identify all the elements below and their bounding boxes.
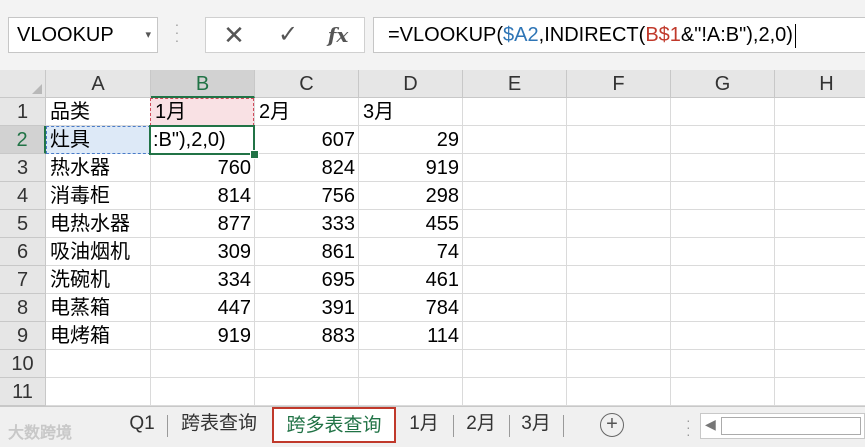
row-header-9[interactable]: 9 bbox=[0, 322, 46, 350]
name-box[interactable]: VLOOKUP ▾ bbox=[8, 17, 158, 53]
formula-bar-area: VLOOKUP ▾ · · · ✕ ✓ fx =VLOOKUP($A2,INDIRE… bbox=[0, 0, 865, 71]
scroll-left-icon[interactable]: ◀ bbox=[705, 416, 716, 433]
cell-a2[interactable]: 灶具 bbox=[46, 126, 151, 154]
enter-icon[interactable]: ✓ bbox=[268, 18, 308, 52]
sheet-tab-bar: 大数跨境 Q1 跨表查询 跨多表查询 1月 2月 3月 + · · · ◀ bbox=[0, 406, 865, 447]
cell-d2[interactable]: 29 bbox=[359, 126, 463, 154]
column-header-f[interactable]: F bbox=[567, 70, 671, 98]
cell-c9[interactable]: 883 bbox=[255, 322, 359, 350]
cell-b7[interactable]: 334 bbox=[151, 266, 255, 294]
column-header-a[interactable]: A bbox=[46, 70, 151, 98]
cell-d4[interactable]: 298 bbox=[359, 182, 463, 210]
select-all-corner[interactable] bbox=[0, 70, 46, 98]
tab-separator bbox=[563, 415, 564, 437]
name-box-value: VLOOKUP bbox=[17, 24, 114, 46]
cell-c3[interactable]: 824 bbox=[255, 154, 359, 182]
cell-a1[interactable]: 品类 bbox=[46, 98, 151, 126]
cell-a5[interactable]: 电热水器 bbox=[46, 210, 151, 238]
formula-part-5: &"!A:B"),2,0) bbox=[680, 24, 793, 46]
cell-a9[interactable]: 电烤箱 bbox=[46, 322, 151, 350]
cell-d1[interactable]: 3月 bbox=[359, 98, 463, 126]
cell-b1[interactable]: 1月 bbox=[151, 98, 255, 126]
formula-ref-b1: B$1 bbox=[645, 24, 681, 46]
cell-a4[interactable]: 消毒柜 bbox=[46, 182, 151, 210]
cell-c2[interactable]: 607 bbox=[255, 126, 359, 154]
cell-b3[interactable]: 760 bbox=[151, 154, 255, 182]
cell-b2[interactable]: :B"),2,0) bbox=[151, 126, 251, 154]
row-header-11[interactable]: 11 bbox=[0, 378, 46, 406]
formula-ref-a2: $A2 bbox=[503, 24, 539, 46]
row-header-8[interactable]: 8 bbox=[0, 294, 46, 322]
tab-feb[interactable]: 2月 bbox=[456, 407, 506, 443]
row-header-4[interactable]: 4 bbox=[0, 182, 46, 210]
tab-q1[interactable]: Q1 bbox=[120, 407, 164, 443]
cell-b4[interactable]: 814 bbox=[151, 182, 255, 210]
cell-b6[interactable]: 309 bbox=[151, 238, 255, 266]
column-header-g[interactable]: G bbox=[671, 70, 775, 98]
cell-d6[interactable]: 74 bbox=[359, 238, 463, 266]
tab-jan[interactable]: 1月 bbox=[400, 407, 448, 443]
cell-a6[interactable]: 吸油烟机 bbox=[46, 238, 151, 266]
horizontal-scrollbar[interactable]: ◀ bbox=[700, 413, 865, 439]
formula-part-3: ,INDIRECT( bbox=[538, 24, 646, 46]
watermark-logo: 大数跨境 bbox=[8, 425, 73, 442]
cell-d7[interactable]: 461 bbox=[359, 266, 463, 294]
cell-a7[interactable]: 洗碗机 bbox=[46, 266, 151, 294]
cell-d5[interactable]: 455 bbox=[359, 210, 463, 238]
cell-d3[interactable]: 919 bbox=[359, 154, 463, 182]
select-all-icon bbox=[32, 84, 42, 94]
cell-a3[interactable]: 热水器 bbox=[46, 154, 151, 182]
cell-b5[interactable]: 877 bbox=[151, 210, 255, 238]
name-box-dropdown-icon[interactable]: ▾ bbox=[145, 18, 151, 52]
add-sheet-icon[interactable]: + bbox=[600, 413, 624, 437]
column-header-c[interactable]: C bbox=[255, 70, 359, 98]
column-header-d[interactable]: D bbox=[359, 70, 463, 98]
tab-separator bbox=[167, 415, 168, 437]
formula-buttons: ✕ ✓ fx bbox=[205, 17, 365, 53]
cell-d9[interactable]: 114 bbox=[359, 322, 463, 350]
cancel-icon[interactable]: ✕ bbox=[214, 18, 254, 52]
cell-c7[interactable]: 695 bbox=[255, 266, 359, 294]
row-header-3[interactable]: 3 bbox=[0, 154, 46, 182]
cell-b9[interactable]: 919 bbox=[151, 322, 255, 350]
row-header-1[interactable]: 1 bbox=[0, 98, 46, 126]
cell-d8[interactable]: 784 bbox=[359, 294, 463, 322]
row-header-7[interactable]: 7 bbox=[0, 266, 46, 294]
cell-a8[interactable]: 电蒸箱 bbox=[46, 294, 151, 322]
drag-handle-icon[interactable]: · · · bbox=[174, 17, 180, 50]
tab-mar[interactable]: 3月 bbox=[512, 407, 560, 443]
row-header-5[interactable]: 5 bbox=[0, 210, 46, 238]
row-header-6[interactable]: 6 bbox=[0, 238, 46, 266]
cell-c4[interactable]: 756 bbox=[255, 182, 359, 210]
tab-cross-sheet-lookup[interactable]: 跨表查询 bbox=[170, 407, 268, 443]
text-caret bbox=[794, 23, 796, 48]
cell-c8[interactable]: 391 bbox=[255, 294, 359, 322]
column-header-b[interactable]: B bbox=[151, 70, 255, 98]
column-header-e[interactable]: E bbox=[463, 70, 567, 98]
formula-part-1: =VLOOKUP( bbox=[388, 24, 504, 46]
tab-separator bbox=[453, 415, 454, 437]
cell-c1[interactable]: 2月 bbox=[255, 98, 359, 126]
tab-multi-sheet-lookup[interactable]: 跨多表查询 bbox=[272, 407, 396, 443]
cell-b8[interactable]: 447 bbox=[151, 294, 255, 322]
formula-input[interactable]: =VLOOKUP($A2,INDIRECT(B$1&"!A:B"),2,0) bbox=[373, 17, 865, 53]
row-header-10[interactable]: 10 bbox=[0, 350, 46, 378]
cell-c6[interactable]: 861 bbox=[255, 238, 359, 266]
column-header-h[interactable]: H bbox=[775, 70, 865, 98]
row-header-2[interactable]: 2 bbox=[0, 126, 46, 154]
tab-separator bbox=[509, 415, 510, 437]
insert-function-icon[interactable]: fx bbox=[318, 18, 358, 52]
scrollbar-thumb[interactable] bbox=[721, 417, 861, 435]
splitter-icon[interactable]: · · · bbox=[686, 413, 691, 441]
spreadsheet-grid[interactable]: A B C D E F G H 1 2 3 4 5 6 7 8 9 10 11 … bbox=[0, 70, 865, 406]
cell-c5[interactable]: 333 bbox=[255, 210, 359, 238]
